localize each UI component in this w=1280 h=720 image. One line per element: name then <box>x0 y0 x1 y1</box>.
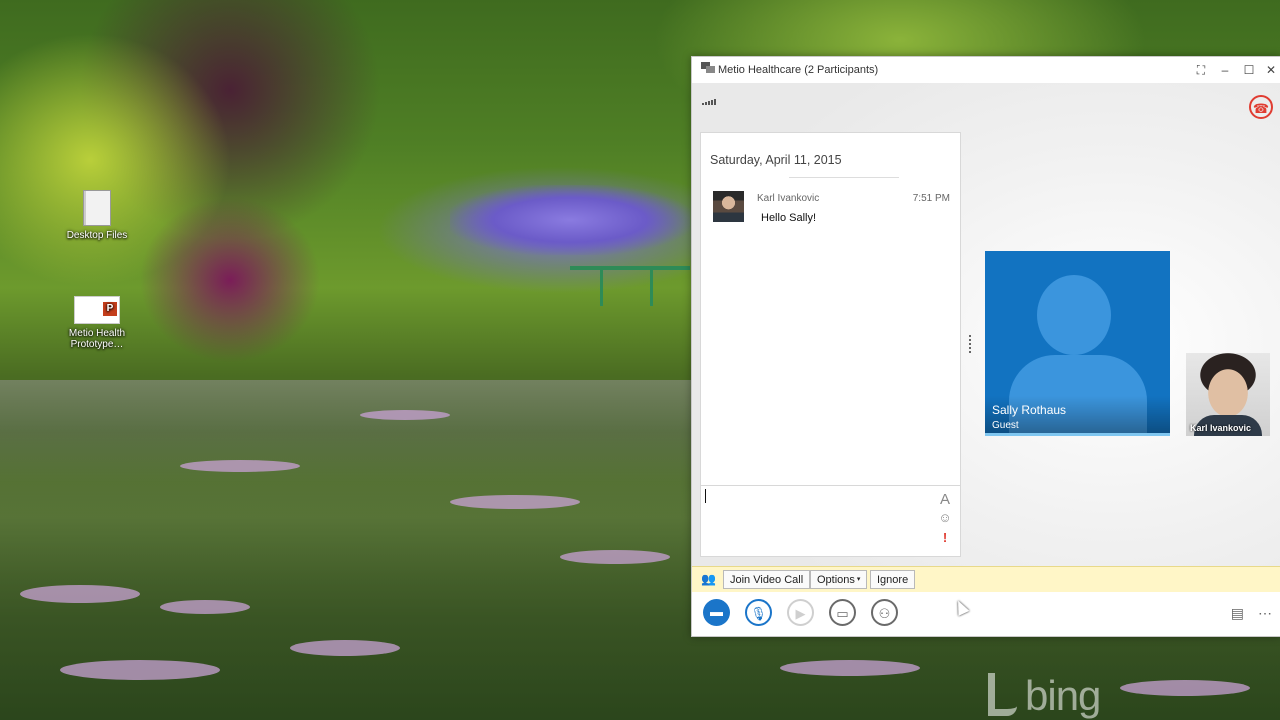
message-input[interactable] <box>701 486 932 556</box>
hang-up-icon[interactable]: ☎ <box>1249 95 1273 119</box>
avatar <box>713 191 744 222</box>
close-icon[interactable]: ✕ <box>1262 61 1280 79</box>
maximize-icon[interactable]: ☐ <box>1240 61 1258 79</box>
water-lily <box>560 550 670 564</box>
bing-watermark-text: bing <box>1025 672 1101 719</box>
group-video-icon: 👥 <box>701 572 716 586</box>
video-call-notification: 👥 Join Video Call Options ▾ Ignore <box>692 566 1280 592</box>
folder-icon <box>83 190 111 226</box>
desktop-icon-metio-prototype[interactable]: Metio Health Prototype… <box>57 296 137 350</box>
video-icon[interactable]: ▶ <box>787 599 814 626</box>
text-caret <box>705 489 706 503</box>
water-lily <box>180 460 300 472</box>
water-lily <box>290 640 400 656</box>
title-bar[interactable]: Metio Healthcare (2 Participants) ⛶ – ☐ … <box>692 57 1280 83</box>
compact-view-icon[interactable]: ⛶ <box>1192 61 1210 79</box>
desktop-icon-label: Desktop Files <box>66 230 128 241</box>
water-lily <box>160 600 250 614</box>
options-button[interactable]: Options ▾ <box>810 570 868 589</box>
options-label: Options <box>817 574 855 586</box>
im-panel: Saturday, April 11, 2015 Karl Ivankovic … <box>700 132 961 557</box>
conversation-toolbar: ▬ 🎙 ▶ ▭ ⚇ ▤ ⋯ <box>692 592 1280 636</box>
active-speaker-indicator <box>985 433 1170 436</box>
water-lily <box>1120 680 1250 696</box>
participant-role: Guest <box>992 420 1019 431</box>
participant-name: Karl Ivankovic <box>1190 423 1252 433</box>
desktop-icon-desktop-files[interactable]: Desktop Files <box>57 190 137 241</box>
water-lily <box>20 585 140 603</box>
emoticon-icon[interactable]: ☺ <box>938 510 952 525</box>
water-lily <box>450 495 580 509</box>
bing-watermark: bing <box>988 672 1101 720</box>
wisteria-shrub <box>450 185 690 255</box>
ignore-button[interactable]: Ignore <box>870 570 916 589</box>
join-video-call-button[interactable]: Join Video Call <box>723 570 811 589</box>
garden-bridge <box>570 266 690 310</box>
message-text: Hello Sally! <box>761 212 817 224</box>
high-importance-icon[interactable]: ! <box>938 530 952 545</box>
participants-icon[interactable]: ⚇ <box>871 599 898 626</box>
participant-tile-sally[interactable]: Sally Rothaus Guest <box>985 251 1170 436</box>
conversation-date: Saturday, April 11, 2015 <box>710 153 842 167</box>
message-sender: Karl Ivankovic <box>757 193 820 204</box>
panel-resize-handle[interactable] <box>969 335 971 353</box>
water-lily <box>360 410 450 420</box>
water-lily <box>780 660 920 676</box>
message-time: 7:51 PM <box>912 193 950 204</box>
im-icon[interactable]: ▬ <box>703 599 730 626</box>
water-lily <box>60 660 220 680</box>
conversation-layout-icon[interactable]: ▤ <box>1231 605 1244 622</box>
microphone-icon[interactable]: 🎙 <box>745 599 772 626</box>
bing-logo-icon <box>988 673 1017 716</box>
more-options-icon[interactable]: ⋯ <box>1258 605 1272 622</box>
window-title: Metio Healthcare (2 Participants) <box>718 64 879 76</box>
minimize-icon[interactable]: – <box>1216 61 1234 79</box>
call-quality-icon <box>702 99 716 105</box>
conversation-app-icon <box>701 62 715 73</box>
participant-name: Sally Rothaus <box>992 403 1067 417</box>
font-icon[interactable]: A <box>938 491 952 508</box>
default-avatar-head <box>1037 275 1111 355</box>
date-divider <box>789 177 899 178</box>
powerpoint-file-icon <box>74 296 120 324</box>
desktop-icon-label: Metio Health Prototype… <box>68 328 126 350</box>
participant-tile-karl[interactable]: Karl Ivankovic <box>1186 353 1270 436</box>
compose-area: A ☺ ! <box>701 485 960 556</box>
chevron-down-icon: ▾ <box>854 576 861 583</box>
conversation-window: Metio Healthcare (2 Participants) ⛶ – ☐ … <box>691 56 1280 637</box>
present-icon[interactable]: ▭ <box>829 599 856 626</box>
